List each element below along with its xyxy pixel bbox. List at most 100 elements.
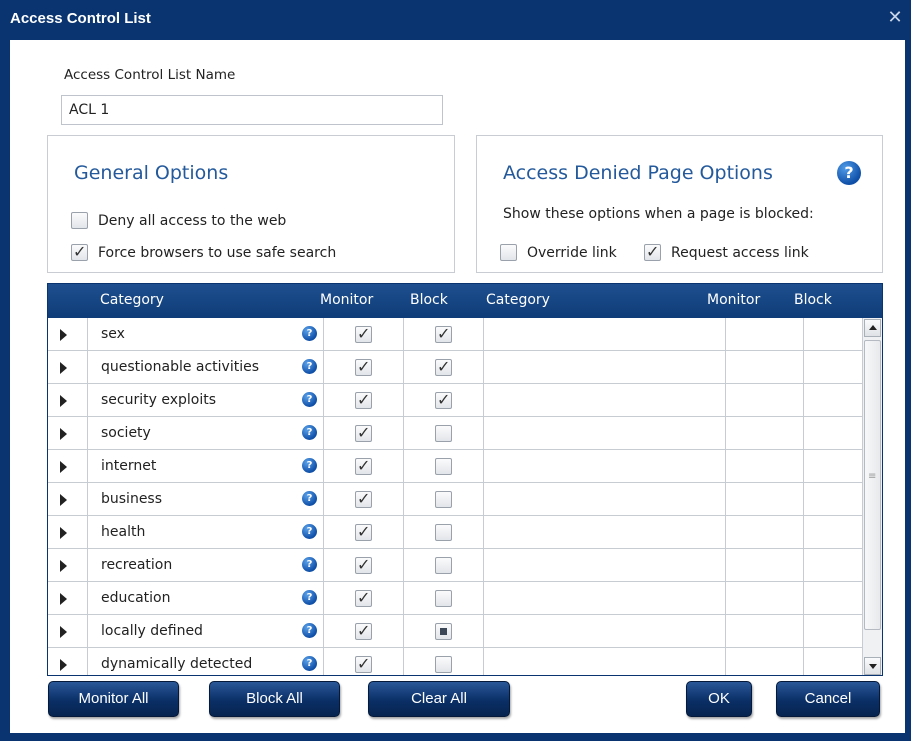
monitor-checkbox[interactable] <box>355 390 372 409</box>
monitor-cell <box>324 615 404 648</box>
block-checkbox[interactable] <box>435 557 452 574</box>
clear-all-button[interactable]: Clear All <box>368 681 510 717</box>
table-row[interactable]: sex? <box>48 318 864 351</box>
safe-search-checkbox[interactable] <box>71 242 88 261</box>
monitor-checkbox[interactable] <box>355 588 372 607</box>
block-checkbox[interactable] <box>435 390 452 409</box>
acl-name-input[interactable] <box>61 95 443 125</box>
category-name: internet <box>101 458 157 474</box>
help-icon[interactable]: ? <box>302 458 317 473</box>
close-icon[interactable]: ✕ <box>883 6 907 30</box>
expand-arrow-icon[interactable] <box>60 593 67 605</box>
monitor-cell <box>324 549 404 582</box>
block-checkbox[interactable] <box>435 357 452 376</box>
block-checkbox[interactable] <box>435 656 452 673</box>
block-cell-2 <box>804 549 864 582</box>
expand-arrow-icon[interactable] <box>60 329 67 341</box>
help-icon[interactable]: ? <box>302 326 317 341</box>
safe-search-label: Force browsers to use safe search <box>98 244 337 261</box>
vertical-scrollbar[interactable] <box>862 318 882 675</box>
expand-cell[interactable] <box>48 417 88 450</box>
expand-cell[interactable] <box>48 384 88 417</box>
monitor-checkbox[interactable] <box>355 489 372 508</box>
override-link-checkbox[interactable] <box>500 244 517 261</box>
table-row[interactable]: health? <box>48 516 864 549</box>
expand-arrow-icon[interactable] <box>60 428 67 440</box>
request-access-option[interactable]: Request access link <box>644 242 809 261</box>
scroll-up-icon[interactable] <box>864 319 881 337</box>
request-access-checkbox[interactable] <box>644 242 661 261</box>
expand-cell[interactable] <box>48 582 88 615</box>
table-row[interactable]: questionable activities? <box>48 351 864 384</box>
block-checkbox[interactable] <box>435 425 452 442</box>
help-icon[interactable]: ? <box>302 392 317 407</box>
scroll-thumb[interactable] <box>864 340 881 630</box>
monitor-checkbox[interactable] <box>355 621 372 640</box>
category-cell: locally defined? <box>88 615 324 648</box>
monitor-all-button[interactable]: Monitor All <box>48 681 179 717</box>
help-icon[interactable]: ? <box>302 623 317 638</box>
expand-arrow-icon[interactable] <box>60 461 67 473</box>
expand-cell[interactable] <box>48 549 88 582</box>
block-checkbox[interactable] <box>435 491 452 508</box>
block-cell-2 <box>804 516 864 549</box>
table-row[interactable]: education? <box>48 582 864 615</box>
help-icon[interactable]: ? <box>302 557 317 572</box>
expand-cell[interactable] <box>48 615 88 648</box>
monitor-checkbox[interactable] <box>355 522 372 541</box>
category-cell: dynamically detected? <box>88 648 324 675</box>
expand-cell[interactable] <box>48 483 88 516</box>
block-cell-2 <box>804 417 864 450</box>
expand-cell[interactable] <box>48 318 88 351</box>
help-icon[interactable]: ? <box>302 359 317 374</box>
help-icon[interactable]: ? <box>837 161 861 185</box>
cancel-button[interactable]: Cancel <box>776 681 880 717</box>
table-row[interactable]: society? <box>48 417 864 450</box>
ok-button[interactable]: OK <box>686 681 752 717</box>
block-cell <box>404 648 484 675</box>
table-row[interactable]: internet? <box>48 450 864 483</box>
block-checkbox[interactable] <box>435 524 452 541</box>
block-checkbox[interactable] <box>435 458 452 475</box>
help-icon[interactable]: ? <box>302 491 317 506</box>
dialog-window: Access Control List ✕ Access Control Lis… <box>0 0 911 741</box>
table-row[interactable]: dynamically detected? <box>48 648 864 675</box>
expand-cell[interactable] <box>48 648 88 675</box>
block-checkbox[interactable] <box>435 590 452 607</box>
safe-search-option[interactable]: Force browsers to use safe search <box>71 242 337 261</box>
expand-arrow-icon[interactable] <box>60 527 67 539</box>
table-row[interactable]: locally defined? <box>48 615 864 648</box>
expand-arrow-icon[interactable] <box>60 362 67 374</box>
expand-arrow-icon[interactable] <box>60 560 67 572</box>
monitor-checkbox[interactable] <box>355 654 372 673</box>
monitor-checkbox[interactable] <box>355 357 372 376</box>
help-icon[interactable]: ? <box>302 590 317 605</box>
expand-cell[interactable] <box>48 516 88 549</box>
help-icon[interactable]: ? <box>302 425 317 440</box>
block-checkbox[interactable] <box>435 623 452 640</box>
expand-arrow-icon[interactable] <box>60 395 67 407</box>
deny-all-option[interactable]: Deny all access to the web <box>71 212 286 229</box>
expand-cell[interactable] <box>48 351 88 384</box>
monitor-checkbox[interactable] <box>355 423 372 442</box>
help-icon[interactable]: ? <box>302 656 317 671</box>
monitor-checkbox[interactable] <box>355 555 372 574</box>
block-all-button[interactable]: Block All <box>209 681 340 717</box>
monitor-checkbox[interactable] <box>355 456 372 475</box>
expand-arrow-icon[interactable] <box>60 494 67 506</box>
expand-arrow-icon[interactable] <box>60 659 67 671</box>
category-cell-2 <box>484 648 726 675</box>
expand-arrow-icon[interactable] <box>60 626 67 638</box>
expand-cell[interactable] <box>48 450 88 483</box>
deny-all-checkbox[interactable] <box>71 212 88 229</box>
scroll-down-icon[interactable] <box>864 657 881 675</box>
table-row[interactable]: security exploits? <box>48 384 864 417</box>
table-row[interactable]: business? <box>48 483 864 516</box>
help-icon[interactable]: ? <box>302 524 317 539</box>
monitor-checkbox[interactable] <box>355 324 372 343</box>
monitor-cell-2 <box>726 483 804 516</box>
override-link-option[interactable]: Override link <box>500 244 617 261</box>
block-checkbox[interactable] <box>435 324 452 343</box>
header-monitor: Monitor <box>320 292 374 308</box>
table-row[interactable]: recreation? <box>48 549 864 582</box>
